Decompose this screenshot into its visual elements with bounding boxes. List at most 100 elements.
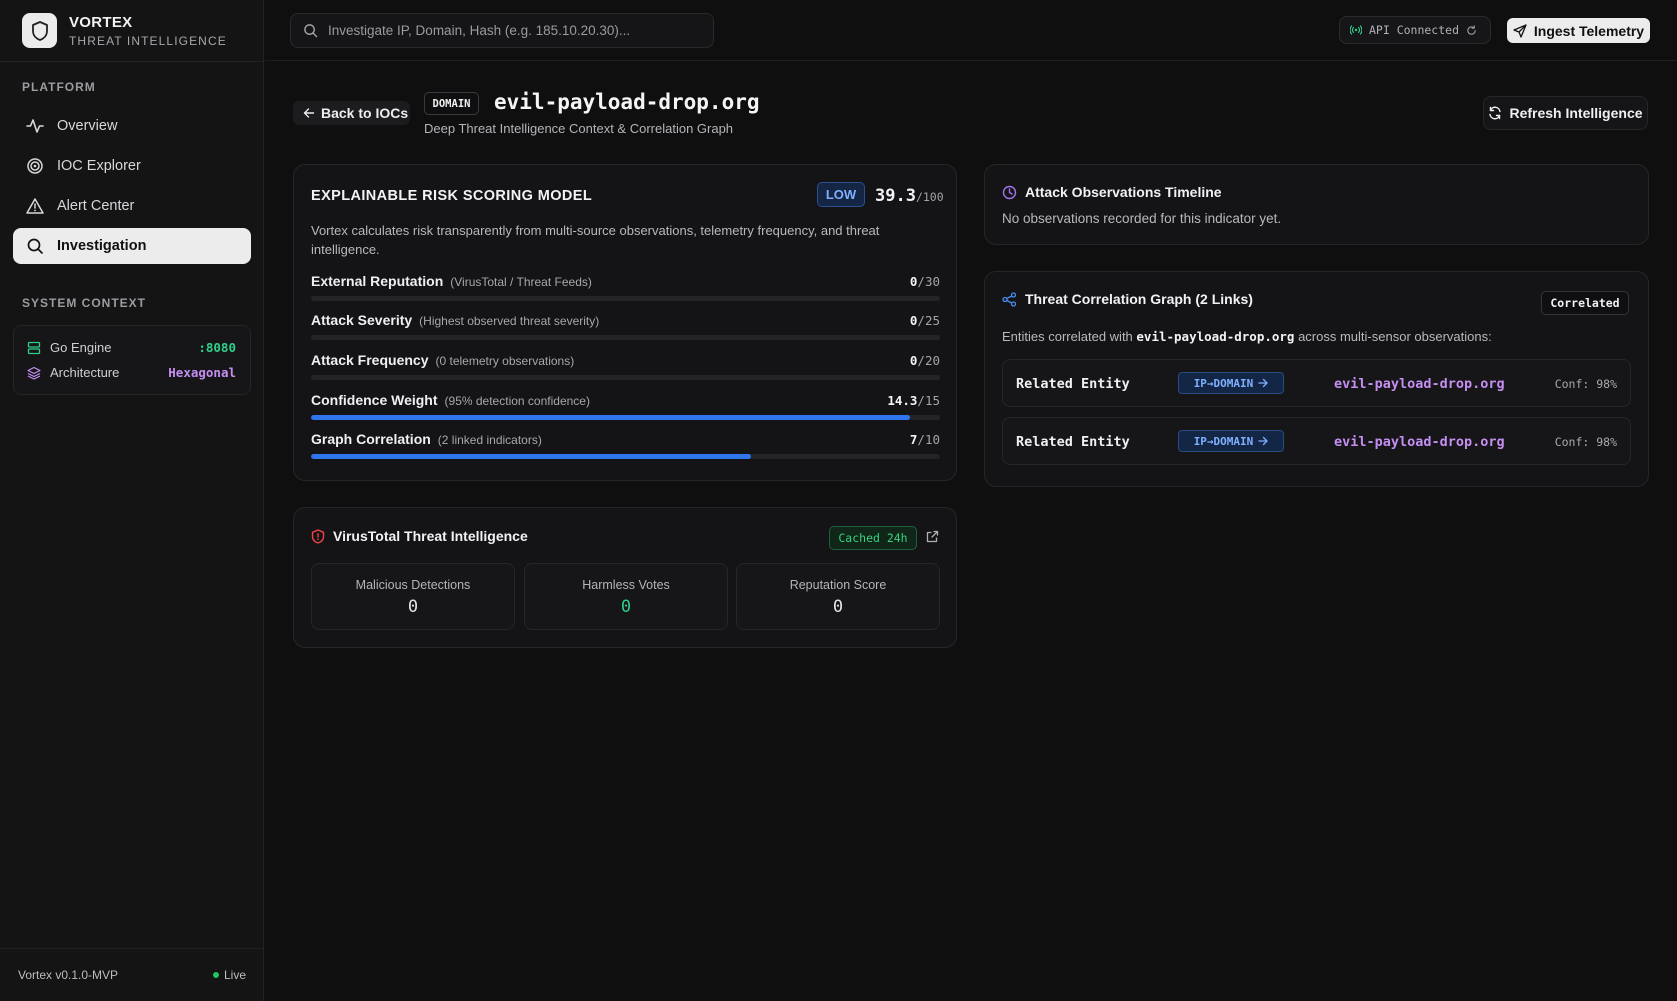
topbar: Investigate IP, Domain, Hash (e.g. 185.1… bbox=[265, 0, 1677, 61]
search-input[interactable]: Investigate IP, Domain, Hash (e.g. 185.1… bbox=[290, 13, 714, 48]
metric-note: (Highest observed threat severity) bbox=[419, 314, 600, 328]
risk-metric-row: Graph Correlation (2 linked indicators) 7/… bbox=[311, 431, 940, 459]
sidebar-item-label: Investigation bbox=[57, 238, 147, 254]
live-status-label: Live bbox=[223, 968, 246, 982]
metric-value-max: /15 bbox=[917, 393, 940, 408]
stat-value: 0 bbox=[620, 597, 632, 617]
stat-value: 0 bbox=[832, 597, 844, 617]
external-link-icon[interactable] bbox=[926, 530, 939, 543]
sidebar-item-label: Alert Center bbox=[57, 198, 135, 214]
relation-type-badge: IP→DOMAIN bbox=[1178, 430, 1284, 452]
metric-value: 0/20 bbox=[910, 353, 940, 368]
risk-score-max: /100 bbox=[915, 190, 944, 204]
graph-desc-prefix: Entities correlated with bbox=[1002, 329, 1133, 344]
refresh-intelligence-button[interactable]: Refresh Intelligence bbox=[1483, 96, 1648, 130]
layers-icon bbox=[27, 366, 41, 380]
graph-title: Threat Correlation Graph (2 Links) bbox=[1002, 291, 1253, 307]
arrow-right-icon bbox=[1258, 378, 1268, 388]
metric-value-max: /25 bbox=[917, 313, 940, 328]
risk-card-title: EXPLAINABLE RISK SCORING MODEL bbox=[311, 188, 593, 204]
risk-metric-row: External Reputation (VirusTotal / Threat … bbox=[311, 273, 940, 301]
metric-value: 14.3/15 bbox=[887, 393, 940, 408]
virustotal-title: VirusTotal Threat Intelligence bbox=[311, 528, 528, 544]
refresh-icon bbox=[1489, 106, 1502, 120]
share-nodes-icon bbox=[1002, 291, 1017, 307]
clock-icon bbox=[1002, 185, 1017, 199]
back-to-iocs-button[interactable]: Back to IOCs bbox=[293, 101, 410, 125]
stat-label: Malicious Detections bbox=[355, 578, 471, 592]
refresh-intelligence-label: Refresh Intelligence bbox=[1509, 105, 1643, 121]
sidebar-item-alert-center[interactable]: Alert Center bbox=[13, 188, 251, 224]
context-label: Architecture bbox=[50, 365, 120, 380]
risk-score-value: 39.3 bbox=[875, 186, 916, 206]
refresh-icon[interactable] bbox=[1466, 24, 1477, 36]
metric-value-max: /10 bbox=[917, 432, 940, 447]
metric-progress-bar bbox=[311, 296, 940, 301]
related-entity-row[interactable]: Related Entity IP→DOMAIN evil-payload-dr… bbox=[1002, 417, 1631, 465]
related-entity-target[interactable]: evil-payload-drop.org bbox=[1334, 376, 1505, 392]
context-value: :8080 bbox=[198, 340, 236, 355]
back-label: Back to IOCs bbox=[321, 105, 409, 121]
search-placeholder: Investigate IP, Domain, Hash (e.g. 185.1… bbox=[328, 23, 631, 38]
correlation-graph-card: Threat Correlation Graph (2 Links) Corre… bbox=[984, 271, 1649, 487]
related-entity-name: Related Entity bbox=[1016, 376, 1130, 392]
timeline-empty-state: No observations recorded for this indica… bbox=[1002, 211, 1282, 226]
risk-scoring-card: EXPLAINABLE RISK SCORING MODEL LOW 39.3/… bbox=[293, 164, 957, 481]
relation-type-badge: IP→DOMAIN bbox=[1178, 372, 1284, 394]
correlated-badge: Correlated bbox=[1541, 291, 1629, 315]
graph-desc-suffix: across multi-sensor observations: bbox=[1298, 329, 1492, 344]
metric-progress-fill bbox=[311, 454, 752, 459]
metric-name: Attack Severity bbox=[311, 312, 413, 328]
stat-label: Reputation Score bbox=[789, 578, 887, 592]
page-subtitle: Deep Threat Intelligence Context & Corre… bbox=[424, 121, 734, 136]
api-status-label: API Connected bbox=[1369, 23, 1460, 37]
ioc-type-badge: DOMAIN bbox=[424, 92, 479, 115]
sidebar-item-investigation[interactable]: Investigation bbox=[13, 228, 251, 264]
platform-section-label: PLATFORM bbox=[22, 80, 96, 94]
related-entity-row[interactable]: Related Entity IP→DOMAIN evil-payload-dr… bbox=[1002, 359, 1631, 407]
brand-tagline: THREAT INTELLIGENCE bbox=[69, 33, 227, 48]
sidebar-footer: Vortex v0.1.0-MVP Live bbox=[0, 948, 264, 1001]
metric-value-max: /20 bbox=[917, 353, 940, 368]
metric-value-max: /30 bbox=[917, 274, 940, 289]
harmless-votes-stat: Harmless Votes 0 bbox=[524, 563, 728, 630]
metric-value: 0/30 bbox=[910, 274, 940, 289]
sidebar-item-overview[interactable]: Overview bbox=[13, 108, 251, 144]
virustotal-card: VirusTotal Threat Intelligence Cached 24… bbox=[293, 507, 957, 648]
related-entity-name: Related Entity bbox=[1016, 434, 1130, 450]
risk-metric-row: Attack Severity (Highest observed threat … bbox=[311, 312, 940, 340]
metric-note: (95% detection confidence) bbox=[444, 394, 590, 408]
sidebar-item-label: IOC Explorer bbox=[57, 158, 141, 174]
version-label: Vortex v0.1.0-MVP bbox=[18, 968, 119, 982]
metric-name: Attack Frequency bbox=[311, 352, 429, 368]
ingest-telemetry-button[interactable]: Ingest Telemetry bbox=[1507, 18, 1650, 43]
metric-value: 0/25 bbox=[910, 313, 940, 328]
graph-desc-entity: evil-payload-drop.org bbox=[1136, 329, 1295, 344]
context-row-architecture: Architecture Hexagonal bbox=[27, 365, 236, 380]
relation-type-label: IP→DOMAIN bbox=[1193, 434, 1254, 448]
api-status-pill[interactable]: API Connected bbox=[1339, 16, 1491, 44]
cache-badge: Cached 24h bbox=[829, 526, 917, 550]
search-icon bbox=[304, 24, 318, 38]
arrow-right-icon bbox=[1258, 436, 1268, 446]
shield-alert-icon bbox=[311, 528, 325, 544]
live-status-dot bbox=[212, 972, 219, 978]
malicious-detections-stat: Malicious Detections 0 bbox=[311, 563, 515, 630]
risk-metric-row: Attack Frequency (0 telemetry observation… bbox=[311, 352, 940, 380]
related-entity-target[interactable]: evil-payload-drop.org bbox=[1334, 434, 1505, 450]
activity-icon bbox=[26, 119, 44, 133]
stat-label: Harmless Votes bbox=[582, 578, 670, 592]
metric-value-number: 14.3 bbox=[887, 393, 918, 408]
context-value: Hexagonal bbox=[168, 365, 236, 380]
stat-value: 0 bbox=[407, 597, 419, 617]
metric-progress-bar bbox=[311, 415, 940, 420]
sidebar-item-ioc-explorer[interactable]: IOC Explorer bbox=[13, 148, 251, 184]
graph-title-label: Threat Correlation Graph (2 Links) bbox=[1025, 291, 1253, 307]
system-context-panel: Go Engine :8080 Architecture Hexagonal bbox=[13, 325, 251, 395]
live-status: Live bbox=[212, 968, 246, 982]
context-row-go-engine: Go Engine :8080 bbox=[27, 340, 236, 355]
brand[interactable]: VORTEX THREAT INTELLIGENCE bbox=[0, 0, 263, 62]
confidence-label: Conf: 98% bbox=[1554, 377, 1617, 391]
metric-name: Graph Correlation bbox=[311, 431, 431, 447]
alert-triangle-icon bbox=[26, 198, 44, 214]
